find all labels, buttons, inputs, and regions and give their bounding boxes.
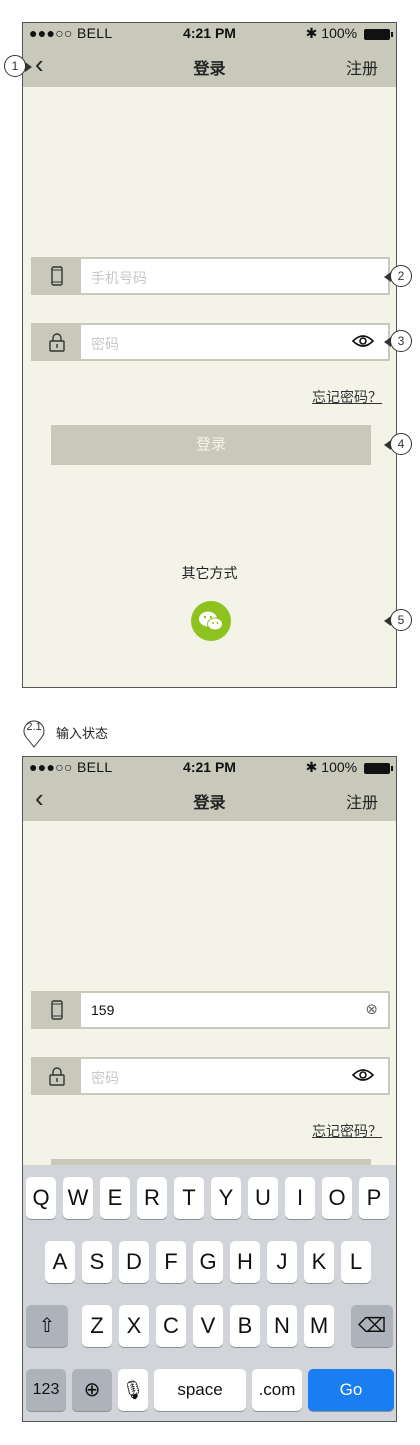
annotation-pin-label: 2.1 [26,721,42,733]
annotation-marker-5: 5 [384,609,412,631]
nav-bar: ‹ 登录 注册 [23,43,396,87]
password-input[interactable]: 密码 [91,334,119,354]
key-o[interactable]: O [322,1177,352,1219]
phone-icon [33,993,81,1027]
login-button[interactable]: 登录 [51,425,371,465]
go-key[interactable]: Go [308,1369,394,1411]
key-t[interactable]: T [174,1177,204,1219]
battery-icon [364,28,393,40]
lock-icon [33,1059,81,1093]
forgot-password-link[interactable]: 忘记密码？ [312,387,382,407]
key-m[interactable]: M [304,1305,334,1347]
key-l[interactable]: L [341,1241,371,1283]
shift-key[interactable]: ⇧ [26,1305,68,1347]
key-x[interactable]: X [119,1305,149,1347]
login-screen: ●●●○○ BELL 4:21 PM ✱ 100% ‹ 登录 注册 手机号码 密… [22,22,397,688]
phone-icon [33,259,81,293]
phone-field[interactable]: 159 ⊗ [31,991,390,1029]
microphone-icon[interactable]: 🎙 [118,1369,148,1411]
key-p[interactable]: P [359,1177,389,1219]
password-input[interactable]: 密码 [91,1068,119,1088]
battery-icon [364,762,393,774]
backspace-key[interactable]: ⌫ [351,1305,393,1347]
numbers-key[interactable]: 123 [26,1369,66,1411]
key-u[interactable]: U [248,1177,278,1219]
space-key[interactable]: space [154,1369,246,1411]
bluetooth-icon: ✱ [305,25,318,41]
status-bar: ●●●○○ BELL 4:21 PM ✱ 100% [23,23,396,43]
page-title: 登录 [193,61,226,78]
key-s[interactable]: S [82,1241,112,1283]
key-z[interactable]: Z [82,1305,112,1347]
battery-percent: 100% [321,25,358,41]
phone-input[interactable]: 手机号码 [91,268,147,288]
key-c[interactable]: C [156,1305,186,1347]
nav-bar: ‹ 登录 注册 [23,777,396,821]
battery-status: ✱ 100% [305,25,393,42]
globe-icon[interactable]: ⊕ [72,1369,112,1411]
other-methods-label: 其它方式 [181,565,238,581]
battery-status: ✱ 100% [305,759,393,776]
phone-field[interactable]: 手机号码 [31,257,390,295]
key-q[interactable]: Q [26,1177,56,1219]
wechat-icon[interactable] [191,601,231,641]
eye-icon[interactable] [351,333,375,354]
key-a[interactable]: A [45,1241,75,1283]
battery-percent: 100% [321,759,358,775]
key-j[interactable]: J [267,1241,297,1283]
password-field[interactable]: 密码 [31,323,390,361]
forgot-password-link[interactable]: 忘记密码？ [312,1121,382,1141]
key-w[interactable]: W [63,1177,93,1219]
login-screen-input-state: ●●●○○ BELL 4:21 PM ✱ 100% ‹ 登录 注册 159 ⊗ … [22,756,397,1422]
status-bar: ●●●○○ BELL 4:21 PM ✱ 100% [23,757,396,777]
annotation-marker-3: 3 [384,330,412,352]
dotcom-key[interactable]: .com [252,1369,302,1411]
annotation-marker-2: 2 [384,265,412,287]
annotation-pin-2-1: 2.1 [22,718,46,753]
key-i[interactable]: I [285,1177,315,1219]
key-f[interactable]: F [156,1241,186,1283]
lock-icon [33,325,81,359]
annotation-marker-1: 1 [4,55,32,77]
section-label: 输入状态 [56,726,109,741]
clear-icon[interactable]: ⊗ [365,1001,378,1019]
key-d[interactable]: D [119,1241,149,1283]
register-button[interactable]: 注册 [346,55,378,79]
annotation-marker-4: 4 [384,433,412,455]
page-title: 登录 [193,795,226,812]
key-e[interactable]: E [100,1177,130,1219]
key-v[interactable]: V [193,1305,223,1347]
password-field[interactable]: 密码 [31,1057,390,1095]
register-button[interactable]: 注册 [346,789,378,813]
key-n[interactable]: N [267,1305,297,1347]
keyboard: Q W E R T Y U I O P A S D F G H J K L ⇧ … [23,1165,396,1421]
phone-input[interactable]: 159 [91,1002,114,1018]
key-g[interactable]: G [193,1241,223,1283]
key-y[interactable]: Y [211,1177,241,1219]
bluetooth-icon: ✱ [305,759,318,775]
key-h[interactable]: H [230,1241,260,1283]
key-k[interactable]: K [304,1241,334,1283]
key-b[interactable]: B [230,1305,260,1347]
key-r[interactable]: R [137,1177,167,1219]
eye-icon[interactable] [351,1067,375,1088]
